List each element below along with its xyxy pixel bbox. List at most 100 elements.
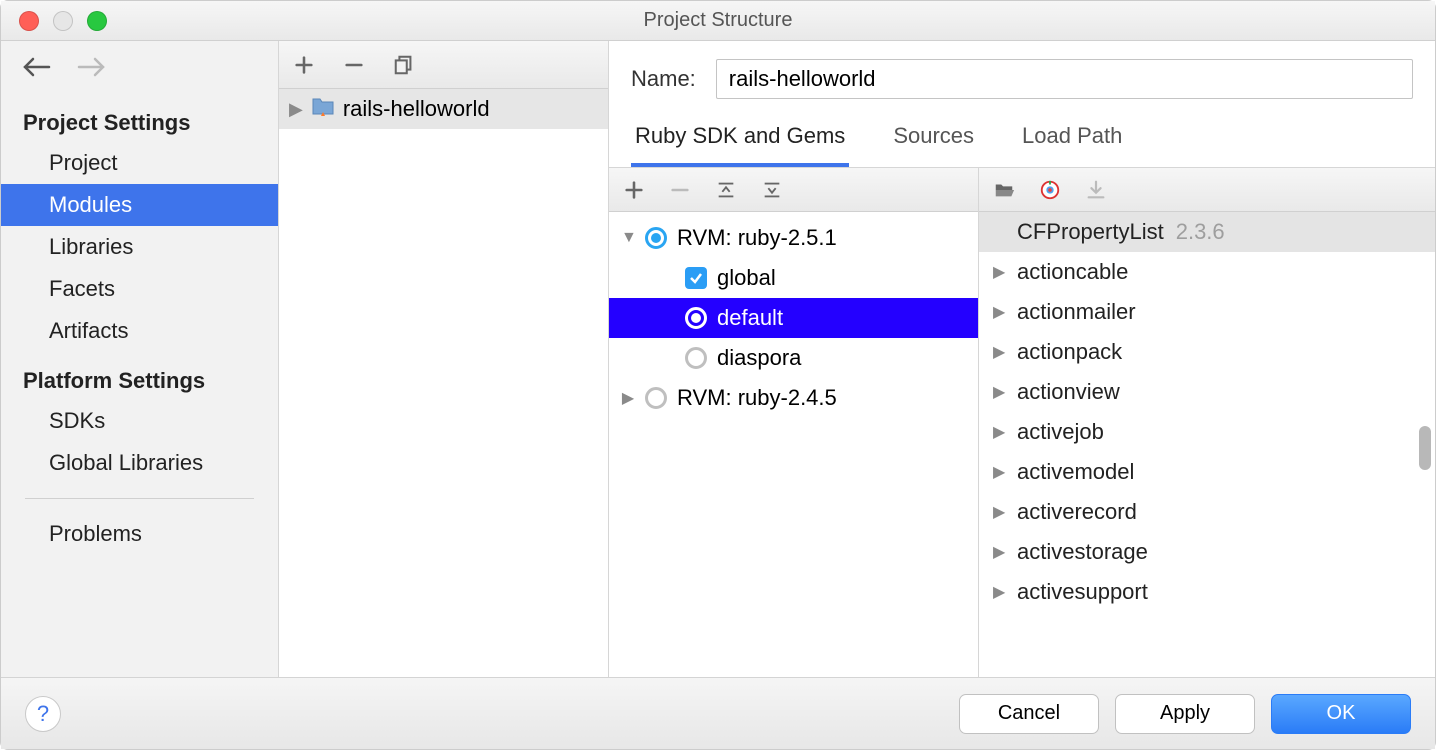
window-title: Project Structure xyxy=(644,9,793,32)
add-module-icon[interactable] xyxy=(293,54,315,76)
tab-ruby-sdk[interactable]: Ruby SDK and Gems xyxy=(631,117,849,167)
sidebar-item-sdks[interactable]: SDKs xyxy=(1,400,278,442)
sdk-node[interactable]: ▼ RVM: ruby-2.5.1 xyxy=(609,218,978,258)
radio-icon[interactable] xyxy=(645,387,667,409)
disclosure-closed-icon[interactable]: ▶ xyxy=(993,262,1005,282)
module-folder-icon xyxy=(311,96,335,122)
radio-icon[interactable] xyxy=(645,227,667,249)
radio-icon[interactable] xyxy=(685,347,707,369)
gem-row[interactable]: ▶ actionview xyxy=(979,372,1435,412)
disclosure-closed-icon[interactable]: ▶ xyxy=(993,582,1005,602)
gem-name: actionview xyxy=(1017,379,1120,405)
gem-name: actioncable xyxy=(1017,259,1128,285)
disclosure-closed-icon[interactable]: ▶ xyxy=(621,388,635,408)
expand-all-icon[interactable] xyxy=(761,179,783,201)
titlebar: Project Structure xyxy=(1,1,1435,41)
sdk-child-label: default xyxy=(717,305,783,331)
modules-column: ▶ rails-helloworld xyxy=(279,41,609,677)
sdk-column: ▼ RVM: ruby-2.5.1 global de xyxy=(609,168,979,677)
gem-name: actionmailer xyxy=(1017,299,1136,325)
section-project-settings: Project Settings xyxy=(1,94,278,142)
module-disclosure-icon[interactable]: ▶ xyxy=(289,99,303,120)
tab-load-path[interactable]: Load Path xyxy=(1018,117,1126,167)
add-sdk-icon[interactable] xyxy=(623,179,645,201)
gem-row[interactable]: ▶ activestorage xyxy=(979,532,1435,572)
sidebar-divider xyxy=(25,498,254,499)
sdk-child-diaspora[interactable]: diaspora xyxy=(609,338,978,378)
gem-name: activejob xyxy=(1017,419,1104,445)
sdk-child-default[interactable]: default xyxy=(609,298,978,338)
gem-name: activesupport xyxy=(1017,579,1148,605)
sidebar-item-project[interactable]: Project xyxy=(1,142,278,184)
sdk-child-global[interactable]: global xyxy=(609,258,978,298)
gem-name: activemodel xyxy=(1017,459,1134,485)
gem-version: 2.3.6 xyxy=(1176,219,1225,245)
module-tabs: Ruby SDK and Gems Sources Load Path xyxy=(609,117,1435,168)
collapse-all-icon[interactable] xyxy=(715,179,737,201)
checkbox-icon[interactable] xyxy=(685,267,707,289)
modules-toolbar xyxy=(279,41,608,89)
module-row[interactable]: ▶ rails-helloworld xyxy=(279,89,608,129)
settings-sidebar: Project Settings Project Modules Librari… xyxy=(1,41,279,677)
apply-button[interactable]: Apply xyxy=(1115,694,1255,734)
gem-row[interactable]: ▶ activerecord xyxy=(979,492,1435,532)
module-name-input[interactable] xyxy=(716,59,1413,99)
disclosure-closed-icon[interactable]: ▶ xyxy=(993,502,1005,522)
gems-list[interactable]: CFPropertyList 2.3.6 ▶actioncable ▶actio… xyxy=(979,212,1435,677)
nav-forward-icon xyxy=(75,55,107,84)
gem-name: CFPropertyList xyxy=(1017,219,1164,245)
sdk-node[interactable]: ▶ RVM: ruby-2.4.5 xyxy=(609,378,978,418)
help-button[interactable]: ? xyxy=(25,696,61,732)
sdk-toolbar xyxy=(609,168,978,212)
sidebar-item-artifacts[interactable]: Artifacts xyxy=(1,310,278,352)
sdk-child-label: diaspora xyxy=(717,345,801,371)
nav-back-icon[interactable] xyxy=(21,55,53,84)
sdk-label: RVM: ruby-2.4.5 xyxy=(677,385,837,411)
gems-scrollbar[interactable] xyxy=(1419,426,1431,470)
radio-icon[interactable] xyxy=(685,307,707,329)
gems-toolbar xyxy=(979,168,1435,212)
tab-sources[interactable]: Sources xyxy=(889,117,978,167)
dialog-footer: ? Cancel Apply OK xyxy=(1,677,1435,749)
sidebar-item-global-libraries[interactable]: Global Libraries xyxy=(1,442,278,484)
sidebar-item-libraries[interactable]: Libraries xyxy=(1,226,278,268)
gem-row[interactable]: ▶actionpack xyxy=(979,332,1435,372)
open-folder-icon[interactable] xyxy=(993,179,1015,201)
window-close[interactable] xyxy=(19,11,39,31)
disclosure-closed-icon[interactable]: ▶ xyxy=(993,462,1005,482)
sdk-tree: ▼ RVM: ruby-2.5.1 global de xyxy=(609,212,978,418)
window-zoom[interactable] xyxy=(87,11,107,31)
gem-row[interactable]: ▶ activejob xyxy=(979,412,1435,452)
name-label: Name: xyxy=(631,66,696,92)
disclosure-closed-icon[interactable]: ▶ xyxy=(993,382,1005,402)
remove-sdk-icon xyxy=(669,179,691,201)
module-details: Name: Ruby SDK and Gems Sources Load Pat… xyxy=(609,41,1435,677)
gem-name: activerecord xyxy=(1017,499,1137,525)
sdk-label: RVM: ruby-2.5.1 xyxy=(677,225,837,251)
cancel-button[interactable]: Cancel xyxy=(959,694,1099,734)
sidebar-item-facets[interactable]: Facets xyxy=(1,268,278,310)
remove-module-icon[interactable] xyxy=(343,54,365,76)
gem-row[interactable]: ▶ actionmailer xyxy=(979,292,1435,332)
disclosure-closed-icon[interactable]: ▶ xyxy=(993,542,1005,562)
disclosure-closed-icon[interactable]: ▶ xyxy=(993,422,1005,442)
gem-name: activestorage xyxy=(1017,539,1148,565)
sdk-child-label: global xyxy=(717,265,776,291)
module-name: rails-helloworld xyxy=(343,96,490,122)
window-minimize[interactable] xyxy=(53,11,73,31)
disclosure-open-icon[interactable]: ▼ xyxy=(621,229,635,247)
disclosure-closed-icon[interactable]: ▶ xyxy=(993,342,1005,362)
gems-column: CFPropertyList 2.3.6 ▶actioncable ▶actio… xyxy=(979,168,1435,677)
gem-row[interactable]: CFPropertyList 2.3.6 xyxy=(979,212,1435,252)
gem-row[interactable]: ▶ activemodel xyxy=(979,452,1435,492)
download-icon xyxy=(1085,179,1107,201)
gem-row[interactable]: ▶ activesupport xyxy=(979,572,1435,612)
disclosure-closed-icon[interactable]: ▶ xyxy=(993,302,1005,322)
sidebar-item-problems[interactable]: Problems xyxy=(1,513,278,555)
ok-button[interactable]: OK xyxy=(1271,694,1411,734)
copy-module-icon[interactable] xyxy=(393,54,415,76)
sidebar-item-modules[interactable]: Modules xyxy=(1,184,278,226)
gem-row[interactable]: ▶ actioncable xyxy=(979,252,1435,292)
section-platform-settings: Platform Settings xyxy=(1,352,278,400)
rubygems-icon[interactable] xyxy=(1039,179,1061,201)
